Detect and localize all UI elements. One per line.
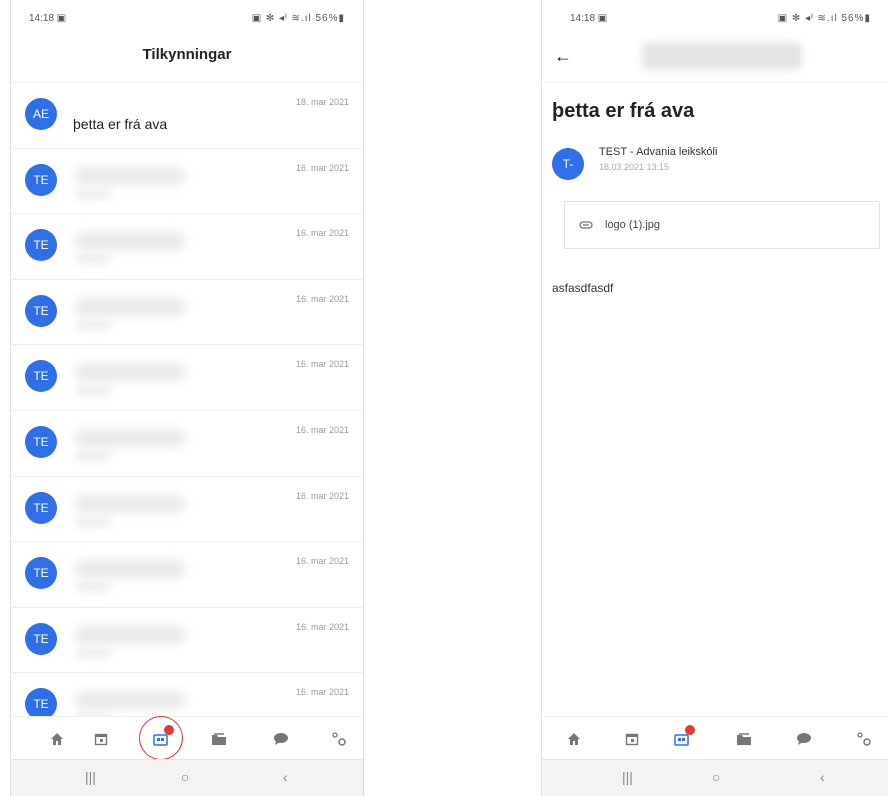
bottom-tab-bar (542, 716, 888, 761)
calendar-icon[interactable] (616, 723, 648, 755)
avatar: TE (25, 425, 57, 458)
status-time: 14:18 ▣ (570, 13, 608, 24)
message-title: þetta er frá ava (552, 100, 695, 122)
blurred-subtitle (75, 188, 111, 199)
app-bar: Tilkynningar (11, 32, 363, 83)
notification-date: 16. mar 2021 (295, 621, 349, 632)
list-item[interactable]: TE 16. mar 2021 (11, 411, 363, 477)
chat-icon[interactable] (788, 723, 820, 755)
blurred-title (75, 560, 185, 579)
notification-badge (685, 725, 695, 735)
avatar: TE (25, 163, 57, 196)
avatar: TE (25, 557, 57, 590)
list-item[interactable]: TE 16. mar 2021 (11, 608, 363, 674)
blurred-title (75, 494, 185, 513)
list-item[interactable]: TE 16. mar 2021 (11, 477, 363, 543)
recents-button[interactable]: ||| (622, 769, 633, 785)
list-item[interactable]: TE 16. mar 2021 (11, 542, 363, 608)
status-bar: 14:18 ▣ ▣ ✻ ◂ᴵ ≋.ıl 56%▮ (542, 0, 888, 32)
sent-time: 18.03.2021 13:15 (599, 162, 670, 172)
list-item[interactable]: AE þetta er frá ava 18. mar 2021 (11, 83, 363, 149)
settings-icon[interactable] (323, 723, 355, 755)
blurred-title (75, 691, 185, 710)
home-icon[interactable] (558, 723, 590, 755)
avatar: TE (25, 360, 57, 393)
notification-date: 16. mar 2021 (295, 490, 349, 501)
chat-icon[interactable] (265, 723, 297, 755)
blurred-subtitle (75, 516, 111, 527)
android-nav-bar: ||| ○ ‹ (11, 759, 363, 796)
status-bar: 14:18 ▣ ▣ ✻ ◂ᴵ ≋.ıl 56%▮ (11, 0, 363, 32)
status-icons: ▣ ✻ ◂ᴵ ≋.ıl 56%▮ (251, 13, 345, 24)
avatar: TE (25, 294, 57, 327)
blurred-title (75, 625, 185, 644)
notification-list: AE þetta er frá ava 18. mar 2021 TE 16. … (11, 83, 363, 739)
blurred-subtitle (75, 647, 111, 658)
message-body: asfasdfasdf (552, 281, 614, 295)
blurred-header-title (642, 42, 802, 70)
avatar: TE (25, 491, 57, 524)
paperclip-icon (579, 221, 593, 229)
folder-icon[interactable] (203, 723, 235, 755)
sender-name: TEST - Advania leikskóli (599, 146, 718, 158)
list-item[interactable]: TE 16. mar 2021 (11, 345, 363, 411)
blurred-subtitle (75, 385, 111, 396)
notifications-icon[interactable] (666, 723, 698, 755)
folder-icon[interactable] (728, 723, 760, 755)
calendar-icon[interactable] (85, 723, 117, 755)
list-item[interactable]: TE 16. mar 2021 (11, 280, 363, 346)
avatar: AE (25, 98, 57, 130)
notification-date: 16. mar 2021 (295, 556, 349, 567)
back-arrow-icon[interactable]: ← (554, 46, 572, 67)
blurred-subtitle (75, 582, 111, 593)
home-button[interactable]: ○ (712, 769, 720, 785)
blurred-title (75, 363, 185, 382)
recents-button[interactable]: ||| (85, 769, 96, 785)
home-icon[interactable] (41, 723, 73, 755)
blurred-subtitle (75, 254, 111, 265)
home-button[interactable]: ○ (181, 769, 189, 785)
notifications-screen: 14:18 ▣ ▣ ✻ ◂ᴵ ≋.ıl 56%▮ Tilkynningar AE… (10, 0, 364, 796)
attachment-card[interactable]: logo (1).jpg (564, 201, 880, 249)
status-icons: ▣ ✻ ◂ᴵ ≋.ıl 56%▮ (777, 13, 871, 24)
page-title: Tilkynningar (142, 46, 232, 63)
notification-date: 16. mar 2021 (295, 687, 349, 698)
back-button[interactable]: ‹ (820, 769, 825, 785)
back-button[interactable]: ‹ (283, 769, 288, 785)
list-item[interactable]: TE 16. mar 2021 (11, 214, 363, 280)
notification-date: 16. mar 2021 (295, 293, 349, 304)
avatar: T- (552, 148, 584, 180)
blurred-title (75, 166, 185, 185)
notification-date: 18. mar 2021 (295, 97, 349, 107)
notification-date: 16. mar 2021 (295, 228, 349, 239)
blurred-title (75, 232, 185, 251)
highlight-circle (139, 716, 183, 760)
avatar: TE (25, 229, 57, 262)
bottom-tab-bar (11, 716, 363, 761)
list-item[interactable]: TE 16. mar 2021 (11, 149, 363, 215)
notification-date: 16. mar 2021 (295, 359, 349, 370)
attachment-name: logo (1).jpg (605, 219, 661, 231)
notification-date: 16. mar 2021 (295, 162, 349, 173)
blurred-subtitle (75, 319, 111, 330)
blurred-title (75, 297, 185, 316)
status-time: 14:18 ▣ (29, 13, 67, 24)
blurred-subtitle (75, 450, 111, 461)
notification-date: 16. mar 2021 (295, 424, 349, 435)
notification-detail-screen: 14:18 ▣ ▣ ✻ ◂ᴵ ≋.ıl 56%▮ ← þetta er frá … (541, 0, 888, 796)
android-nav-bar: ||| ○ ‹ (542, 759, 888, 796)
notification-title: þetta er frá ava (73, 116, 168, 132)
avatar: TE (25, 622, 57, 655)
app-bar: ← (542, 32, 888, 83)
blurred-title (75, 428, 185, 447)
settings-icon[interactable] (848, 723, 880, 755)
